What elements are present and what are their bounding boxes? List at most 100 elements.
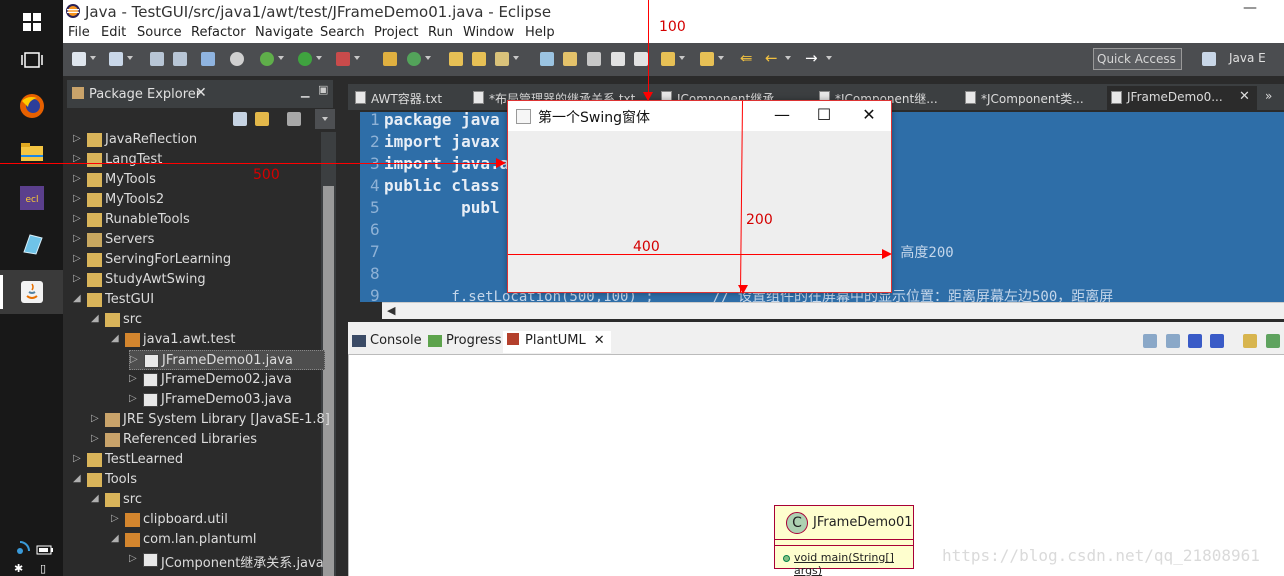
minimize-view-icon[interactable]: ▁ xyxy=(301,85,309,98)
collapsed-arrow-icon[interactable]: ▷ xyxy=(73,233,81,244)
skip-breakpoints-icon[interactable] xyxy=(230,52,244,66)
minimize-icon[interactable]: — xyxy=(1243,0,1257,16)
menu-refactor[interactable]: Refactor xyxy=(191,25,246,40)
tree-item[interactable]: ▷ JFrameDemo01.java xyxy=(129,350,325,370)
package-explorer-tab[interactable]: Package Explorer ✕ xyxy=(67,80,333,108)
tree-item[interactable]: ▷ MyTools xyxy=(73,170,325,190)
collapse-all-icon[interactable] xyxy=(233,112,247,126)
tab-awt-container[interactable]: AWT容器.txt xyxy=(351,86,473,110)
save-all-icon[interactable] xyxy=(173,52,187,66)
app-icon[interactable] xyxy=(0,222,63,266)
link-with-editor-icon[interactable] xyxy=(255,112,269,126)
tree-item[interactable]: ◢ com.lan.plantuml xyxy=(111,530,325,550)
export-icon[interactable] xyxy=(1210,334,1224,348)
collapsed-arrow-icon[interactable]: ▷ xyxy=(73,273,81,284)
show-whitespace-icon[interactable] xyxy=(634,52,648,66)
new-icon[interactable] xyxy=(72,52,86,66)
run-icon[interactable] xyxy=(298,52,312,66)
open-task-icon[interactable] xyxy=(472,52,486,66)
menu-edit[interactable]: Edit xyxy=(101,25,126,40)
eclipse-icon[interactable]: ecl xyxy=(0,176,63,220)
tree-item[interactable]: ▷ JavaReflection xyxy=(73,130,325,150)
tree-item[interactable]: ◢ java1.awt.test xyxy=(111,330,325,350)
toggle-icon[interactable] xyxy=(1188,334,1202,348)
collapsed-arrow-icon[interactable]: ▷ xyxy=(129,393,137,404)
collapsed-arrow-icon[interactable]: ▷ xyxy=(73,133,81,144)
tree-item[interactable]: ◢ src xyxy=(91,310,325,330)
collapsed-arrow-icon[interactable]: ▷ xyxy=(73,213,81,224)
menu-file[interactable]: File xyxy=(68,25,90,40)
tree-item[interactable]: ◢ TestGUI xyxy=(73,290,325,310)
expanded-arrow-icon[interactable]: ◢ xyxy=(73,293,81,304)
word-wrap-icon[interactable] xyxy=(587,52,601,66)
expanded-arrow-icon[interactable]: ◢ xyxy=(111,333,119,344)
usb-icon[interactable]: ▯ xyxy=(40,562,46,575)
collapsed-arrow-icon[interactable]: ▷ xyxy=(91,433,99,444)
swing-title-bar[interactable]: 第一个Swing窗体 — ☐ ✕ xyxy=(508,101,891,131)
tree-item[interactable]: ▷ JComponent继承关系.java xyxy=(129,550,325,571)
close-button[interactable]: ✕ xyxy=(849,105,889,127)
block-selection-icon[interactable] xyxy=(611,52,625,66)
editor-horizontal-scrollbar[interactable]: ◀ xyxy=(382,302,1284,319)
task-view-icon[interactable] xyxy=(0,38,63,82)
expanded-arrow-icon[interactable]: ◢ xyxy=(111,533,119,544)
collapsed-arrow-icon[interactable]: ▷ xyxy=(73,193,81,204)
expanded-arrow-icon[interactable]: ◢ xyxy=(73,473,81,484)
mark-occurrences-icon[interactable] xyxy=(563,52,577,66)
terminal-icon[interactable] xyxy=(201,52,215,66)
tree-item[interactable]: ▷ JFrameDemo03.java xyxy=(129,390,325,410)
collapsed-arrow-icon[interactable]: ▷ xyxy=(129,553,137,564)
external-tools-icon[interactable] xyxy=(336,52,350,66)
tree-item[interactable]: ◢ src xyxy=(91,490,325,510)
zoom-out-icon[interactable] xyxy=(1166,334,1180,348)
battery-icon[interactable] xyxy=(36,544,54,559)
new-wizard-icon[interactable] xyxy=(109,52,123,66)
maximize-view-icon[interactable]: ▣ xyxy=(318,83,328,96)
menu-run[interactable]: Run xyxy=(428,25,453,40)
java-icon[interactable] xyxy=(0,270,63,314)
new-java-project-icon[interactable] xyxy=(383,52,397,66)
next-annotation-icon[interactable] xyxy=(661,52,675,66)
open-perspective-icon[interactable] xyxy=(1202,52,1216,66)
zoom-in-icon[interactable] xyxy=(1143,334,1157,348)
tree-item[interactable]: ▷ LangTest xyxy=(73,150,325,170)
collapsed-arrow-icon[interactable]: ▷ xyxy=(73,173,81,184)
minimize-button[interactable]: — xyxy=(762,105,802,127)
tree-item[interactable]: ▷ TestLearned xyxy=(73,450,325,470)
collapsed-arrow-icon[interactable]: ▷ xyxy=(130,354,138,365)
new-console-icon[interactable] xyxy=(1266,334,1280,348)
menu-help[interactable]: Help xyxy=(525,25,555,40)
collapsed-arrow-icon[interactable]: ▷ xyxy=(111,513,119,524)
menu-project[interactable]: Project xyxy=(374,25,418,40)
quick-access-input[interactable]: Quick Access xyxy=(1093,48,1182,70)
tree-item[interactable]: ▷ MyTools2 xyxy=(73,190,325,210)
collapsed-arrow-icon[interactable]: ▷ xyxy=(91,413,99,424)
tree-item[interactable]: ▷ clipboard.util xyxy=(111,510,325,530)
forward-icon[interactable]: → xyxy=(805,49,818,67)
tree-item[interactable]: ▷ Servers xyxy=(73,230,325,250)
firefox-icon[interactable] xyxy=(0,84,63,128)
java-perspective-button[interactable]: Java E xyxy=(1229,51,1266,65)
annotation-icon[interactable] xyxy=(540,52,554,66)
debug-icon[interactable] xyxy=(260,52,274,66)
previous-annotation-icon[interactable] xyxy=(700,52,714,66)
tab-plantuml[interactable]: PlantUML ✕ xyxy=(503,331,611,353)
menu-navigate[interactable]: Navigate xyxy=(255,25,313,40)
tab-jcomponent-3[interactable]: *JComponent类... xyxy=(961,86,1101,110)
search-icon[interactable] xyxy=(495,52,509,66)
focus-icon[interactable] xyxy=(287,112,301,126)
menu-window[interactable]: Window xyxy=(463,25,514,40)
menu-source[interactable]: Source xyxy=(137,25,182,40)
expanded-arrow-icon[interactable]: ◢ xyxy=(91,313,99,324)
tree-item[interactable]: ▷ StudyAwtSwing xyxy=(73,270,325,290)
back-icon[interactable]: ← xyxy=(765,49,778,67)
tab-progress[interactable]: Progress xyxy=(428,333,501,348)
tab-overflow-icon[interactable]: » xyxy=(1265,89,1272,103)
tab-jframedemo01[interactable]: JFrameDemo0... ✕ xyxy=(1107,86,1257,110)
open-type-icon[interactable] xyxy=(449,52,463,66)
last-edit-location-icon[interactable]: ⇚ xyxy=(740,49,753,67)
tree-item[interactable]: ▷ Referenced Libraries xyxy=(91,430,325,450)
tab-console[interactable]: Console xyxy=(352,333,422,348)
tree-item[interactable]: ▷ ServingForLearning xyxy=(73,250,325,270)
network-icon[interactable] xyxy=(10,541,30,559)
